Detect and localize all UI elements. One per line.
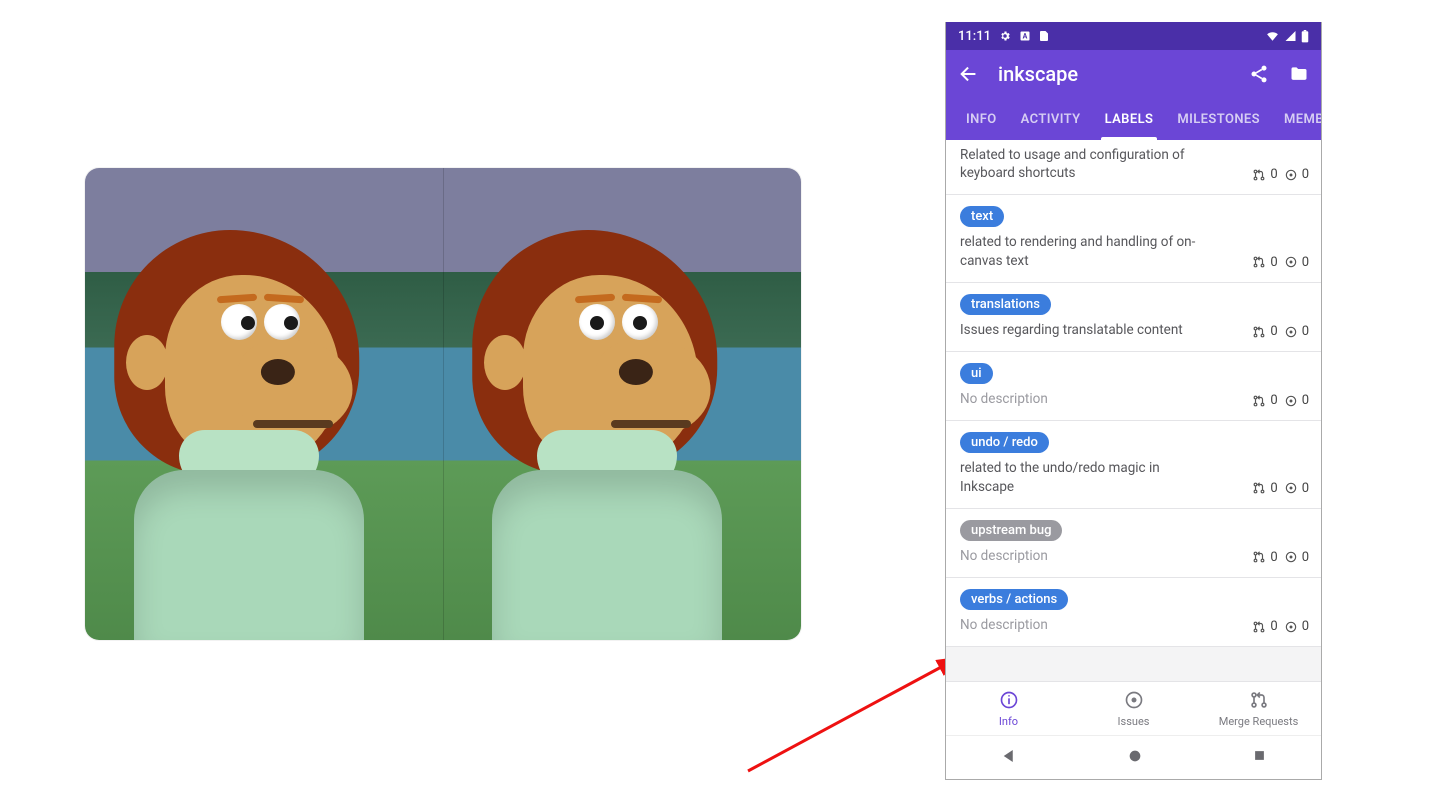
app-bar: inkscape INFOACTIVITYLABELSMILESTONESMEM…	[946, 50, 1321, 140]
issue-icon	[1284, 620, 1298, 634]
issue-icon	[1284, 255, 1298, 269]
bottom-label: Merge Requests	[1219, 715, 1299, 728]
status-bar: 11:11 A	[946, 22, 1321, 50]
merge-request-icon	[1252, 394, 1266, 408]
label-counts: 00	[1252, 550, 1309, 565]
label-counts: 00	[1252, 255, 1309, 270]
bottom-issues[interactable]: Issues	[1071, 682, 1196, 735]
label-item[interactable]: upstream bugNo description00	[946, 509, 1321, 578]
label-counts: 00	[1252, 393, 1309, 408]
bottom-label: Info	[999, 715, 1018, 728]
battery-icon	[1301, 30, 1309, 43]
merge-request-icon	[1252, 255, 1266, 269]
bottom-label: Issues	[1118, 715, 1150, 728]
merge-request-icon	[1249, 690, 1269, 713]
label-item[interactable]: undo / redorelated to the undo/redo magi…	[946, 421, 1321, 508]
label-counts: 00	[1252, 481, 1309, 496]
merge-request-count: 0	[1270, 255, 1277, 270]
issue-icon	[1124, 690, 1144, 713]
label-chip: undo / redo	[960, 432, 1049, 453]
issue-count: 0	[1302, 619, 1309, 634]
issue-icon	[1284, 550, 1298, 564]
merge-request-icon	[1252, 550, 1266, 564]
label-counts: 00	[1252, 167, 1309, 182]
issue-count: 0	[1302, 550, 1309, 565]
label-chip: upstream bug	[960, 520, 1062, 541]
share-icon[interactable]	[1249, 64, 1269, 84]
sim-icon	[1039, 30, 1049, 42]
red-arrow-annotation	[743, 646, 973, 776]
merge-request-icon	[1252, 325, 1266, 339]
phone-frame: 11:11 A	[945, 22, 1322, 780]
meme-panel-left	[85, 168, 443, 640]
signal-icon	[1284, 30, 1297, 42]
merge-request-icon	[1252, 620, 1266, 634]
bottom-merge-requests[interactable]: Merge Requests	[1196, 682, 1321, 735]
back-button[interactable]	[958, 63, 980, 85]
issue-count: 0	[1302, 324, 1309, 339]
merge-request-count: 0	[1270, 324, 1277, 339]
tab-members[interactable]: MEMBERS	[1272, 98, 1321, 140]
label-item[interactable]: Related to usage and configuration of ke…	[946, 140, 1321, 195]
label-chip: translations	[960, 294, 1051, 315]
gear-icon	[999, 30, 1011, 42]
status-time: 11:11	[958, 29, 991, 44]
tab-bar: INFOACTIVITYLABELSMILESTONESMEMBERS	[946, 98, 1321, 140]
label-item[interactable]: translationsIssues regarding translatabl…	[946, 283, 1321, 352]
wifi-icon	[1265, 30, 1280, 42]
android-nav-bar	[946, 735, 1321, 779]
issue-icon	[1284, 325, 1298, 339]
tab-milestones[interactable]: MILESTONES	[1165, 98, 1272, 140]
nav-back-button[interactable]	[1000, 747, 1018, 769]
label-counts: 00	[1252, 619, 1309, 634]
meme-image	[85, 168, 801, 640]
merge-request-count: 0	[1270, 481, 1277, 496]
tab-activity[interactable]: ACTIVITY	[1009, 98, 1093, 140]
label-chip: ui	[960, 363, 993, 384]
merge-request-icon	[1252, 481, 1266, 495]
folder-icon[interactable]	[1289, 64, 1309, 84]
issue-icon	[1284, 394, 1298, 408]
meme-panel-right	[443, 168, 802, 640]
issue-icon	[1284, 481, 1298, 495]
label-item[interactable]: uiNo description00	[946, 352, 1321, 421]
bottom-bar: Info Issues Merge Requests	[946, 681, 1321, 735]
merge-request-count: 0	[1270, 550, 1277, 565]
issue-count: 0	[1302, 167, 1309, 182]
label-counts: 00	[1252, 324, 1309, 339]
square-a-icon: A	[1019, 30, 1031, 42]
label-chip: verbs / actions	[960, 589, 1068, 610]
merge-request-count: 0	[1270, 619, 1277, 634]
merge-request-icon	[1252, 168, 1266, 182]
svg-text:A: A	[1023, 33, 1028, 41]
label-item[interactable]: verbs / actionsNo description00	[946, 578, 1321, 647]
label-chip: text	[960, 206, 1004, 227]
nav-home-button[interactable]	[1127, 748, 1143, 768]
bottom-info[interactable]: Info	[946, 682, 1071, 735]
labels-list[interactable]: Related to usage and configuration of ke…	[946, 140, 1321, 681]
issue-icon	[1284, 168, 1298, 182]
tab-info[interactable]: INFO	[954, 98, 1009, 140]
issue-count: 0	[1302, 481, 1309, 496]
nav-recents-button[interactable]	[1252, 748, 1267, 767]
issue-count: 0	[1302, 393, 1309, 408]
tab-labels[interactable]: LABELS	[1093, 98, 1166, 140]
merge-request-count: 0	[1270, 393, 1277, 408]
label-item[interactable]: textrelated to rendering and handling of…	[946, 195, 1321, 282]
issue-count: 0	[1302, 255, 1309, 270]
page-title: inkscape	[998, 62, 1231, 86]
merge-request-count: 0	[1270, 167, 1277, 182]
info-icon	[999, 690, 1019, 713]
